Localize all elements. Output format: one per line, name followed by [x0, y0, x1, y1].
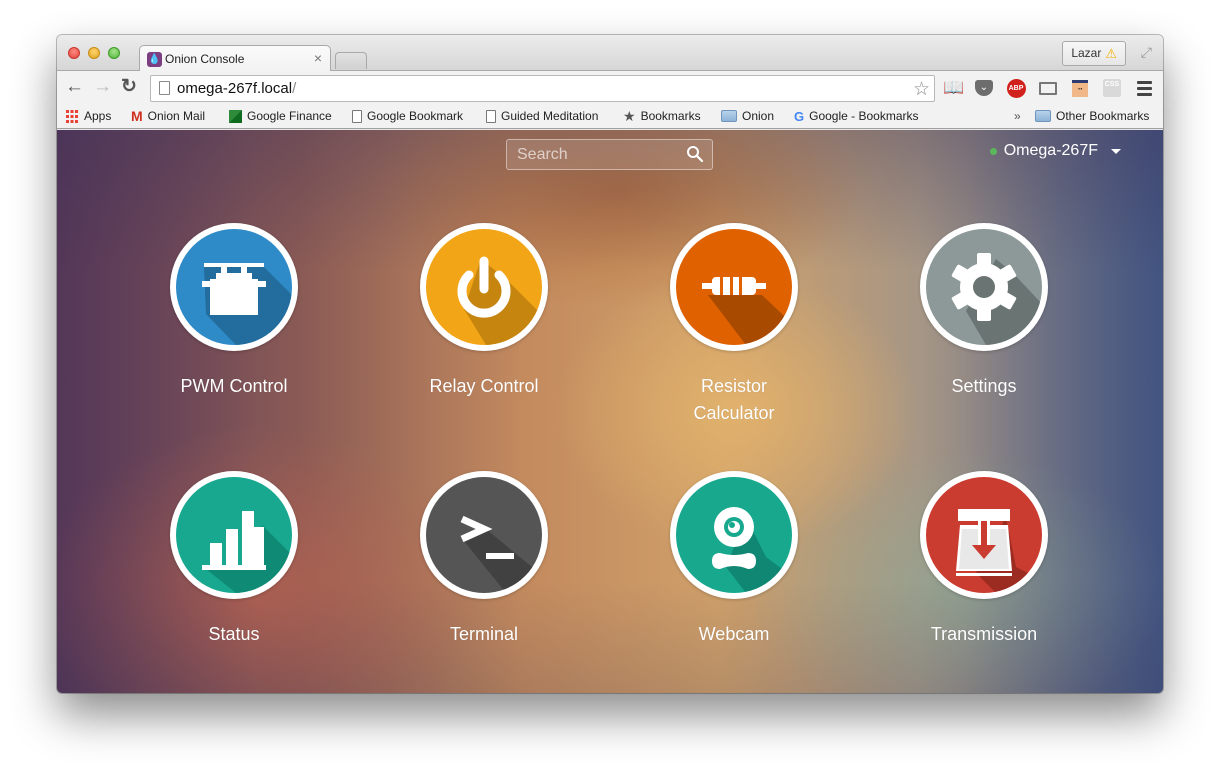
folder-icon	[721, 110, 737, 122]
app-resistor-calculator[interactable]: Resistor Calculator	[634, 223, 834, 427]
app-label: Relay Control	[429, 376, 539, 396]
warning-icon: ⚠	[1105, 46, 1117, 61]
onion-console-page: Omega-267F	[57, 130, 1163, 693]
app-icon-circle	[420, 471, 548, 599]
bookmark-google-bookmarks[interactable]: G Google - Bookmarks	[794, 109, 919, 123]
bookmarks-overflow-chevron[interactable]: »	[1014, 109, 1021, 123]
app-icon-circle	[170, 223, 298, 351]
bookmark-guided-meditation[interactable]: Guided Meditation	[486, 109, 598, 123]
page-icon	[159, 81, 170, 95]
app-label: PWM Control	[180, 376, 288, 396]
bookmark-label: Guided Meditation	[501, 109, 599, 123]
onion-logo-icon: 💧	[147, 52, 162, 67]
bookmark-label: Google Finance	[247, 109, 332, 123]
app-label: Webcam	[698, 624, 770, 644]
page-icon	[486, 109, 496, 123]
bookmark-label: Google - Bookmarks	[809, 109, 919, 123]
close-window-button[interactable]	[68, 47, 80, 59]
forward-arrow-icon[interactable]: →	[93, 77, 112, 97]
google-icon: G	[794, 108, 805, 124]
bookmark-apps[interactable]: Apps	[66, 109, 111, 123]
browser-toolbar: ← → ↻ omega-267f.local/ ☆ 📖 ⌄ ABP ᐧᐧ CSS	[57, 71, 1163, 105]
maximize-window-button[interactable]	[108, 47, 120, 59]
app-icon-circle	[920, 223, 1048, 351]
app-relay-control[interactable]: Relay Control	[384, 223, 584, 400]
power-icon	[426, 229, 542, 345]
resistor-icon	[676, 229, 792, 345]
gear-icon	[926, 229, 1042, 345]
url-path: /	[292, 80, 297, 97]
terminal-icon	[426, 477, 542, 593]
app-label: Status	[208, 624, 260, 644]
app-label: Transmission	[930, 624, 1038, 644]
app-icon-circle	[920, 471, 1048, 599]
bookmark-google-finance[interactable]: Google Finance	[229, 109, 332, 123]
bookmark-other-bookmarks[interactable]: Other Bookmarks	[1035, 109, 1149, 123]
app-transmission[interactable]: Transmission	[884, 471, 1084, 648]
bookmark-onion-folder[interactable]: Onion	[721, 109, 774, 123]
tab-onion-console[interactable]: 💧 Onion Console ×	[139, 45, 331, 72]
page-icon	[352, 109, 362, 123]
bar-chart-icon	[176, 477, 292, 593]
back-arrow-icon[interactable]: ←	[65, 77, 84, 97]
transmission-icon	[926, 477, 1042, 593]
app-settings[interactable]: Settings	[884, 223, 1084, 400]
fullscreen-icon[interactable]: ⤢	[1141, 44, 1152, 61]
bookmark-star-icon[interactable]: ☆	[913, 78, 930, 101]
servo-icon	[176, 229, 292, 345]
app-icon-circle	[670, 223, 798, 351]
adblock-plus-icon[interactable]: ABP	[1006, 78, 1026, 98]
css-viewer-icon[interactable]: CSS	[1102, 78, 1122, 98]
bookmark-label: Google Bookmark	[367, 109, 464, 123]
webcam-icon	[676, 477, 792, 593]
star-icon: ★	[623, 107, 636, 124]
app-pwm-control[interactable]: PWM Control	[134, 223, 334, 400]
app-icon-circle	[420, 223, 548, 351]
app-icon-circle	[670, 471, 798, 599]
bookmark-bookmarks[interactable]: ★ Bookmarks	[623, 107, 701, 124]
bookmark-google-bookmark[interactable]: Google Bookmark	[352, 109, 463, 123]
bookmark-label: Other Bookmarks	[1056, 109, 1150, 123]
title-bar: 💧 Onion Console × Lazar ⚠ ⤢	[57, 35, 1163, 72]
app-icon-circle	[170, 471, 298, 599]
profile-button[interactable]: Lazar ⚠	[1062, 41, 1126, 66]
folder-icon	[1035, 110, 1051, 122]
url-text[interactable]: omega-267f.local/	[177, 80, 296, 97]
bookmark-label: Onion Mail	[147, 109, 206, 123]
app-terminal[interactable]: Terminal	[384, 471, 584, 648]
app-label: Resistor Calculator	[693, 376, 775, 423]
address-bar[interactable]: omega-267f.local/ ☆	[150, 75, 935, 102]
app-grid: PWM Control Relay Control Resistor Calcu…	[57, 130, 1163, 693]
minimize-window-button[interactable]	[88, 47, 100, 59]
finance-icon	[229, 109, 242, 123]
gmail-icon: M	[131, 107, 143, 124]
app-webcam[interactable]: Webcam	[634, 471, 834, 648]
app-label: Terminal	[449, 624, 519, 644]
bookmark-onion-mail[interactable]: M Onion Mail	[131, 107, 206, 124]
pocket-icon[interactable]: ⌄	[974, 78, 994, 98]
apps-grid-icon	[66, 109, 79, 123]
app-status[interactable]: Status	[134, 471, 334, 648]
profile-name: Lazar	[1071, 46, 1102, 60]
menu-icon[interactable]	[1134, 78, 1154, 98]
bookmark-label: Onion	[742, 109, 775, 123]
face-extension-icon[interactable]: ᐧᐧ	[1070, 78, 1090, 98]
tab-title: Onion Console	[165, 52, 245, 66]
bookmarks-bar: Apps M Onion Mail Google Finance Google …	[57, 105, 1163, 129]
reload-icon[interactable]: ↻	[121, 77, 137, 97]
bookmark-label: Bookmarks	[640, 109, 701, 123]
new-tab-button[interactable]	[335, 52, 367, 69]
readability-book-icon[interactable]: 📖	[943, 78, 964, 98]
tab-close-icon[interactable]: ×	[314, 50, 322, 66]
browser-window: 💧 Onion Console × Lazar ⚠ ⤢ ← → ↻ omega-…	[57, 35, 1163, 693]
app-label: Settings	[951, 376, 1017, 396]
cast-icon[interactable]	[1038, 78, 1058, 98]
bookmark-label: Apps	[84, 109, 112, 123]
url-host: omega-267f.local	[177, 80, 293, 97]
